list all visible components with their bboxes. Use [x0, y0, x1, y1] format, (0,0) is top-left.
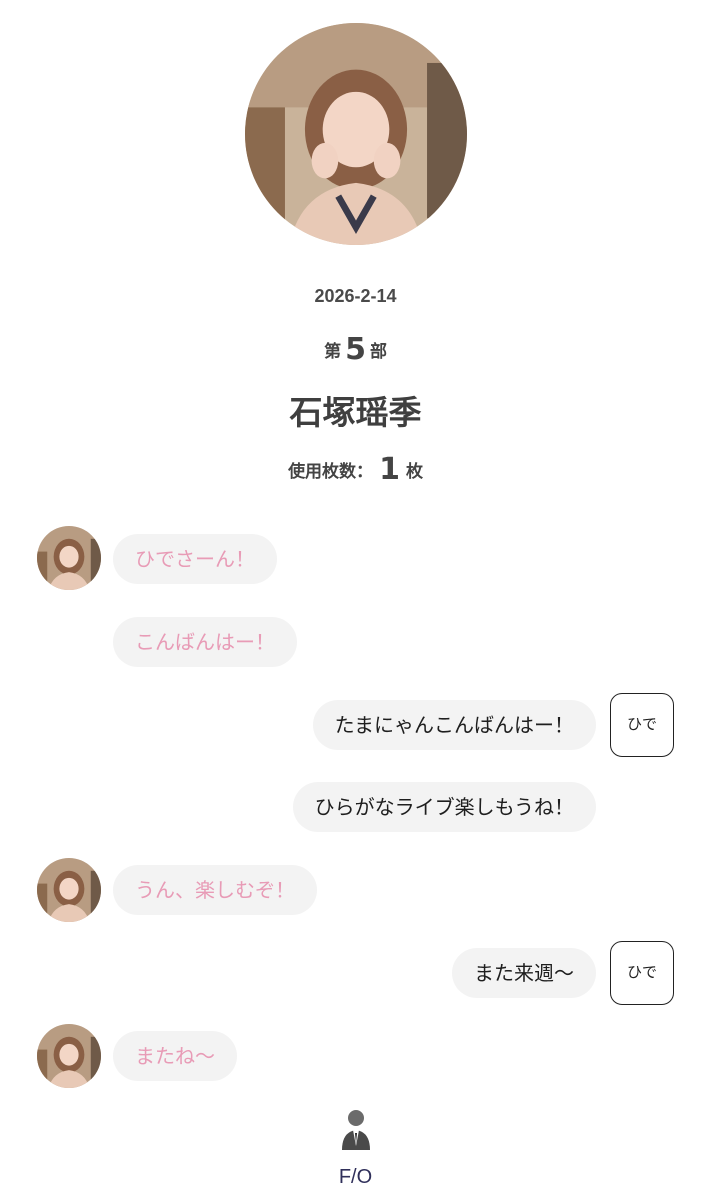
tickets-number: 1 [379, 452, 400, 487]
member-message-bubble: ひでさーん！ [113, 534, 277, 584]
member-message-bubble: こんばんはー！ [113, 617, 297, 667]
session-part: 第5部 [0, 330, 711, 367]
user-message-bubble: ひらがなライブ楽しもうね！ [292, 782, 596, 832]
user-name-tag: ひで [610, 693, 674, 757]
ticket-count: 使用枚数： 1 枚 [0, 450, 711, 487]
member-avatar [37, 526, 101, 590]
user-message-bubble: また来週〜 [452, 948, 596, 998]
member-profile-photo [245, 23, 467, 245]
member-name: 石塚瑶季 [289, 393, 422, 432]
event-date: 2026-2-14 [314, 286, 397, 306]
member-message-bubble: またね〜 [113, 1031, 237, 1081]
footer-label: F/O [338, 1166, 373, 1188]
tickets-label: 使用枚数： [288, 462, 374, 482]
part-number: 5 [345, 332, 366, 367]
part-suffix: 部 [369, 342, 387, 362]
user-silhouette-icon [338, 1106, 374, 1150]
user-name-tag: ひで [610, 941, 674, 1005]
member-avatar [37, 858, 101, 922]
member-message-bubble: うん、楽しむぞ！ [113, 865, 317, 915]
member-avatar [37, 1024, 101, 1088]
user-message-bubble: たまにゃんこんばんはー！ [312, 700, 596, 750]
tickets-unit: 枚 [405, 462, 423, 482]
part-prefix: 第 [324, 342, 342, 362]
